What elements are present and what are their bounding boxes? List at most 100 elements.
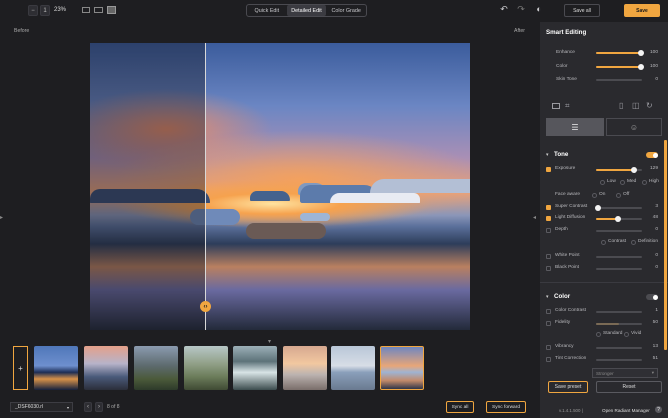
tab-detailed-edit[interactable]: Detailed Edit bbox=[286, 5, 327, 16]
preset-select[interactable]: Stronger ▾ bbox=[592, 368, 658, 378]
radio-standard[interactable] bbox=[596, 332, 601, 337]
white-point-value: 0 bbox=[655, 253, 658, 258]
crop-icon[interactable]: ⌗ bbox=[565, 101, 570, 110]
save-all-label: Save all bbox=[573, 7, 591, 14]
vibrancy-slider[interactable] bbox=[596, 347, 642, 349]
tab-quick-edit[interactable]: Quick Edit bbox=[247, 5, 287, 16]
photo-canvas[interactable]: ‹› bbox=[90, 43, 470, 330]
color-slider[interactable] bbox=[596, 66, 642, 68]
slider-label: Vibrancy bbox=[555, 344, 574, 349]
reset-history-icon[interactable]: ◐ bbox=[534, 5, 544, 14]
thumbnail[interactable] bbox=[134, 346, 178, 390]
open-manager-link[interactable]: Open Radiant Manager bbox=[602, 408, 650, 413]
depth-slider[interactable] bbox=[596, 230, 642, 232]
light-diffusion-knob[interactable] bbox=[615, 216, 621, 222]
black-point-checkbox[interactable] bbox=[546, 266, 551, 271]
thumbnail[interactable] bbox=[84, 346, 128, 390]
thumbnail[interactable] bbox=[184, 346, 228, 390]
adjustments-tab[interactable]: ☰ bbox=[546, 118, 604, 136]
tab-color-grade[interactable]: Color Grade bbox=[326, 5, 366, 16]
compare-icon[interactable]: ◫ bbox=[632, 101, 640, 110]
redo-icon[interactable]: ↷ bbox=[516, 5, 526, 14]
enhance-slider-knob[interactable] bbox=[638, 50, 644, 56]
chevron-down-icon[interactable]: ▾ bbox=[546, 152, 549, 158]
slider-label: Exposure bbox=[555, 166, 576, 171]
reset-button[interactable]: Reset bbox=[596, 381, 662, 393]
right-panel-toggle-icon[interactable]: ◂ bbox=[533, 214, 536, 221]
radio-definition[interactable] bbox=[631, 240, 636, 245]
save-button[interactable]: Save bbox=[624, 4, 660, 17]
color-toggle[interactable] bbox=[646, 294, 658, 300]
image-icon[interactable] bbox=[552, 103, 560, 109]
exposure-slider-knob[interactable] bbox=[631, 167, 637, 173]
undo-icon[interactable]: ↶ bbox=[499, 5, 509, 14]
radio-high[interactable] bbox=[642, 180, 647, 185]
chevron-down-icon: ▾ bbox=[66, 404, 69, 410]
sync-all-label: Sync all bbox=[451, 404, 469, 410]
super-contrast-knob[interactable] bbox=[595, 205, 601, 211]
exposure-checkbox[interactable] bbox=[546, 167, 551, 172]
compare-divider[interactable] bbox=[205, 43, 206, 330]
help-icon[interactable]: ? bbox=[655, 406, 662, 413]
grid-view-icon[interactable] bbox=[107, 6, 116, 14]
file-name-select[interactable]: _DSF6030.rl ▾ bbox=[10, 402, 73, 412]
skin-tone-slider[interactable] bbox=[596, 79, 642, 81]
add-image-button[interactable]: + bbox=[13, 346, 28, 390]
color-slider-knob[interactable] bbox=[638, 64, 644, 70]
zoom-step-button[interactable]: 1 bbox=[40, 5, 50, 16]
radio-low[interactable] bbox=[600, 180, 605, 185]
super-contrast-slider[interactable] bbox=[596, 207, 642, 209]
reset-icon[interactable]: ↻ bbox=[646, 101, 653, 110]
panel-scrollbar[interactable] bbox=[664, 140, 667, 350]
fidelity-slider[interactable] bbox=[596, 323, 642, 325]
save-preset-button[interactable]: Save preset bbox=[548, 381, 588, 393]
radio-contrast[interactable] bbox=[601, 240, 606, 245]
white-point-slider[interactable] bbox=[596, 256, 642, 258]
preset-placeholder: Stronger bbox=[596, 370, 614, 376]
white-point-checkbox[interactable] bbox=[546, 254, 551, 259]
chevron-down-icon[interactable]: ▾ bbox=[546, 294, 549, 300]
vibrancy-checkbox[interactable] bbox=[546, 345, 551, 350]
radio-on[interactable] bbox=[592, 193, 597, 198]
single-view-icon[interactable] bbox=[82, 7, 90, 13]
slider-label: Depth bbox=[555, 227, 568, 232]
thumbnail[interactable] bbox=[331, 346, 375, 390]
filmstrip-collapse-icon[interactable]: ▾ bbox=[268, 338, 271, 345]
copy-icon[interactable]: ▯ bbox=[619, 101, 623, 110]
zoom-out-button[interactable]: − bbox=[28, 5, 38, 16]
previous-image-button[interactable]: ‹ bbox=[84, 402, 92, 412]
sync-all-button[interactable]: Sync all bbox=[446, 401, 474, 413]
next-image-button[interactable]: › bbox=[95, 402, 103, 412]
thumbnail[interactable] bbox=[34, 346, 78, 390]
thumbnail-selected[interactable] bbox=[380, 346, 424, 390]
thumbnail[interactable] bbox=[283, 346, 327, 390]
tone-toggle[interactable] bbox=[646, 152, 658, 158]
left-panel-toggle-icon[interactable]: ▸ bbox=[0, 214, 3, 221]
super-contrast-checkbox[interactable] bbox=[546, 205, 551, 210]
slider-label: Light Diffusion bbox=[555, 215, 586, 220]
fidelity-value: 50 bbox=[652, 320, 658, 325]
portrait-tab[interactable]: ☺ bbox=[606, 118, 662, 136]
radio-med[interactable] bbox=[620, 180, 625, 185]
radio-vivid[interactable] bbox=[624, 332, 629, 337]
split-view-icon[interactable] bbox=[94, 7, 103, 13]
black-point-slider[interactable] bbox=[596, 268, 642, 270]
panel-title: Smart Editing bbox=[546, 29, 587, 36]
depth-checkbox[interactable] bbox=[546, 228, 551, 233]
tint-correction-slider[interactable] bbox=[596, 359, 642, 361]
color-contrast-slider[interactable] bbox=[596, 311, 642, 313]
edit-mode-tabs: Quick Edit Detailed Edit Color Grade bbox=[246, 4, 367, 17]
save-all-button[interactable]: Save all bbox=[564, 4, 600, 17]
radio-off[interactable] bbox=[616, 193, 621, 198]
slider-label: Skin Tone bbox=[556, 77, 577, 82]
color-contrast-checkbox[interactable] bbox=[546, 309, 551, 314]
light-diffusion-checkbox[interactable] bbox=[546, 216, 551, 221]
slider-label: Color Contrast bbox=[555, 308, 586, 313]
thumbnail[interactable] bbox=[233, 346, 277, 390]
compare-handle-icon[interactable]: ‹› bbox=[200, 301, 211, 312]
fidelity-checkbox[interactable] bbox=[546, 321, 551, 326]
enhance-slider[interactable] bbox=[596, 52, 642, 54]
sync-forward-button[interactable]: Sync forward bbox=[486, 401, 526, 413]
slider-label: Fidelity bbox=[555, 320, 571, 325]
tint-correction-checkbox[interactable] bbox=[546, 357, 551, 362]
